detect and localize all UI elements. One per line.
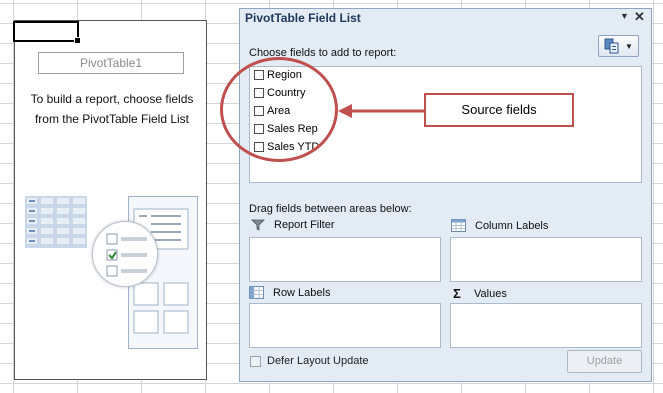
pane-title: PivotTable Field List: [245, 11, 361, 25]
update-button[interactable]: Update: [567, 350, 642, 373]
field-layout-icon: [604, 38, 619, 54]
row-labels-drop-area[interactable]: [249, 303, 441, 348]
defer-layout-checkbox[interactable]: [250, 355, 261, 367]
checklist-magnifier-icon: [92, 221, 158, 287]
columns-grid-icon: [451, 219, 466, 232]
annotation-arrow: [338, 104, 424, 118]
pivot-help-text: To build a report, choose fields from th…: [30, 92, 194, 126]
report-filter-drop-area[interactable]: [249, 237, 441, 282]
report-filter-label: Report Filter: [274, 219, 335, 231]
annotation-callout: Source fields: [424, 93, 574, 127]
values-header: Σ Values: [453, 286, 507, 301]
drag-fields-label: Drag fields between areas below:: [249, 203, 412, 215]
row-labels-label: Row Labels: [273, 286, 331, 299]
pivot-grid-illustration-icon: [25, 196, 87, 248]
values-drop-area[interactable]: [450, 303, 642, 348]
row-labels-header: Row Labels: [249, 286, 330, 299]
pivot-table-name: PivotTable1: [38, 52, 184, 74]
chevron-down-icon: ▼: [625, 41, 633, 51]
active-cell-selection[interactable]: [13, 21, 81, 44]
filter-icon: [251, 219, 265, 231]
annotation-circle: [220, 57, 338, 162]
column-labels-header: Column Labels: [451, 219, 548, 232]
sigma-icon: Σ: [453, 286, 461, 301]
report-filter-header: Report Filter: [251, 219, 335, 231]
fill-handle[interactable]: [74, 37, 81, 44]
dropdown-arrow-icon[interactable]: ▼: [620, 11, 629, 21]
values-label: Values: [474, 287, 507, 300]
column-labels-label: Column Labels: [475, 219, 549, 232]
defer-layout-update[interactable]: Defer Layout Update: [250, 355, 369, 367]
close-icon[interactable]: ✕: [634, 9, 645, 25]
field-layout-button[interactable]: ▼: [598, 35, 639, 57]
column-labels-drop-area[interactable]: [450, 237, 642, 282]
defer-layout-label: Defer Layout Update: [267, 355, 369, 367]
rows-grid-icon: [249, 286, 264, 299]
